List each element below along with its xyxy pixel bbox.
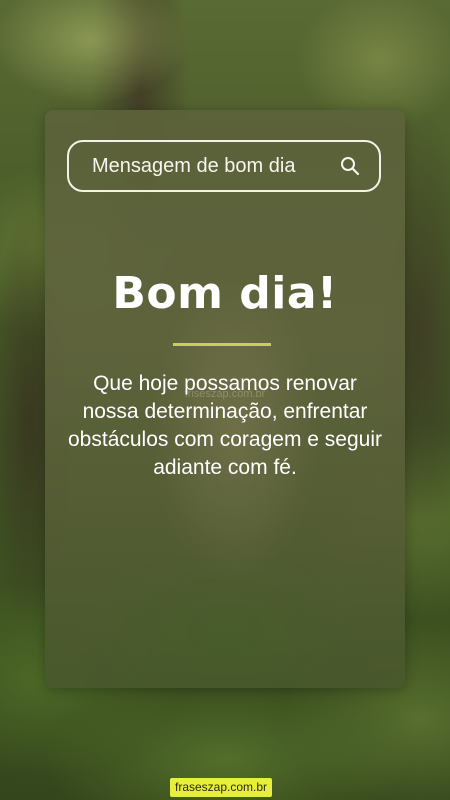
search-text: Mensagem de bom dia	[92, 154, 296, 177]
search-icon[interactable]	[339, 155, 361, 177]
headline: Bom dia!	[112, 268, 338, 319]
message-text: Que hoje possamos renovar nossa determin…	[68, 372, 382, 479]
site-badge[interactable]: fraseszap.com.br	[170, 778, 273, 797]
message-card: Mensagem de bom dia Bom dia! friseszap.c…	[45, 110, 405, 688]
search-bar[interactable]: Mensagem de bom dia	[67, 140, 381, 192]
divider	[173, 343, 271, 346]
